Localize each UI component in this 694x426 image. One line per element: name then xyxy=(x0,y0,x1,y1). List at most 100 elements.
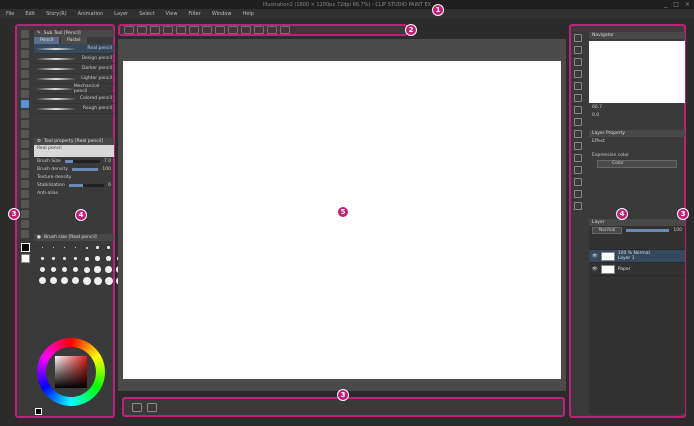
snap-grid-icon[interactable] xyxy=(280,26,290,34)
menu-view[interactable]: View xyxy=(166,11,178,17)
zoom-tool-icon[interactable] xyxy=(21,40,29,48)
lasso-tool-icon[interactable] xyxy=(21,80,29,88)
brush-size-option[interactable] xyxy=(104,243,113,252)
sub-color-swatch[interactable] xyxy=(20,254,30,263)
snap-ruler-icon[interactable] xyxy=(254,26,264,34)
menu-filter[interactable]: Filter xyxy=(188,11,200,17)
deselect-icon[interactable] xyxy=(228,26,238,34)
menu-story[interactable]: Story(R) xyxy=(46,11,67,17)
open-file-icon[interactable] xyxy=(137,26,147,34)
decoration-tool-icon[interactable] xyxy=(21,130,29,138)
brush-size-option[interactable] xyxy=(104,276,113,285)
texture-density-row[interactable]: Texture density xyxy=(34,173,114,181)
maximize-icon[interactable]: □ xyxy=(673,1,679,9)
navigator-preview[interactable] xyxy=(589,41,685,103)
brush-item[interactable]: Colored pencil xyxy=(34,94,114,104)
brush-item[interactable]: Darker pencil xyxy=(34,64,114,74)
new-file-icon[interactable] xyxy=(124,26,134,34)
intermediate-color-icon[interactable] xyxy=(574,154,582,162)
brush-size-option[interactable] xyxy=(82,243,91,252)
color-set-icon[interactable] xyxy=(574,142,582,150)
brush-size-option[interactable] xyxy=(49,265,58,274)
layer-item[interactable]: 👁 100 % Normal Layer 1 xyxy=(589,250,685,263)
color-history-icon[interactable] xyxy=(574,178,582,186)
hand-tool-icon[interactable] xyxy=(21,50,29,58)
material-icon[interactable] xyxy=(574,94,582,102)
brush-size-option[interactable] xyxy=(71,243,80,252)
brush-size-option[interactable] xyxy=(82,276,91,285)
brush-size-option[interactable] xyxy=(38,265,47,274)
auto-action-icon[interactable] xyxy=(574,82,582,90)
ruler-tool-icon[interactable] xyxy=(21,200,29,208)
drawing-paper[interactable] xyxy=(123,61,561,379)
saturation-value-square[interactable] xyxy=(55,356,87,388)
menu-help[interactable]: Help xyxy=(243,11,254,17)
brush-item[interactable]: Lighter pencil xyxy=(34,74,114,84)
brush-size-option[interactable] xyxy=(38,254,47,263)
menu-select[interactable]: Select xyxy=(139,11,154,17)
figure-tool-icon[interactable] xyxy=(21,180,29,188)
main-color-swatch[interactable] xyxy=(20,243,30,252)
tab-pastel[interactable]: Pastel xyxy=(61,37,87,44)
color-wheel[interactable] xyxy=(37,338,105,406)
correct-line-tool-icon[interactable] xyxy=(21,230,29,238)
brush-size-option[interactable] xyxy=(49,276,58,285)
eyedropper-tool-icon[interactable] xyxy=(21,90,29,98)
airbrush-tool-icon[interactable] xyxy=(21,120,29,128)
gradient-tool-icon[interactable] xyxy=(21,170,29,178)
pen-tool-icon[interactable] xyxy=(21,30,29,38)
brush-size-option[interactable] xyxy=(71,265,80,274)
brush-size-option[interactable] xyxy=(49,254,58,263)
history-icon[interactable] xyxy=(574,70,582,78)
brush-size-option[interactable] xyxy=(71,254,80,263)
navigator-angle-row[interactable]: 0.0 xyxy=(589,111,685,119)
transform-icon[interactable] xyxy=(202,26,212,34)
brush-size-option[interactable] xyxy=(60,276,69,285)
navigator-icon[interactable] xyxy=(574,34,582,42)
brush-size-option[interactable] xyxy=(60,265,69,274)
similar-color-icon[interactable] xyxy=(574,166,582,174)
brush-size-option[interactable] xyxy=(38,243,47,252)
brush-size-option[interactable] xyxy=(93,276,102,285)
stabilization-slider[interactable] xyxy=(68,183,105,187)
item-bank-icon[interactable] xyxy=(574,190,582,198)
brush-size-option[interactable] xyxy=(60,243,69,252)
blend-mode-select[interactable]: Normal xyxy=(592,226,623,234)
layout-icon[interactable] xyxy=(147,402,157,412)
frame-tool-icon[interactable] xyxy=(21,190,29,198)
layer-property-icon[interactable] xyxy=(574,106,582,114)
animation-cels-icon[interactable] xyxy=(574,130,582,138)
tab-pencil[interactable]: Pencil xyxy=(34,37,60,44)
brush-size-option[interactable] xyxy=(93,265,102,274)
navigator-zoom-row[interactable]: 66.7 xyxy=(589,103,685,111)
blend-tool-icon[interactable] xyxy=(21,150,29,158)
search-layer-icon[interactable] xyxy=(574,118,582,126)
fill-tool-icon[interactable] xyxy=(21,160,29,168)
brush-size-option[interactable] xyxy=(93,254,102,263)
brush-density-row[interactable]: Brush density 100 xyxy=(34,165,114,173)
anti-alias-row[interactable]: Anti-alias xyxy=(34,189,114,197)
pencil-tool-icon[interactable] xyxy=(21,100,29,108)
artist-icon[interactable] xyxy=(574,202,582,210)
brush-density-slider[interactable] xyxy=(71,167,99,171)
save-icon[interactable] xyxy=(150,26,160,34)
clear-icon[interactable] xyxy=(189,26,199,34)
brush-item[interactable]: Design pencil xyxy=(34,54,114,64)
brush-size-option[interactable] xyxy=(93,243,102,252)
brush-size-option[interactable] xyxy=(71,276,80,285)
eye-icon[interactable]: 👁 xyxy=(592,267,598,272)
sub-view-icon[interactable] xyxy=(574,46,582,54)
selection-tool-icon[interactable] xyxy=(21,70,29,78)
current-color-swatch[interactable] xyxy=(35,408,42,415)
brush-size-option[interactable] xyxy=(38,276,47,285)
brush-size-option[interactable] xyxy=(82,265,91,274)
snap-special-ruler-icon[interactable] xyxy=(267,26,277,34)
brush-item[interactable]: Mechanical pencil xyxy=(34,84,114,94)
menu-edit[interactable]: Edit xyxy=(25,11,35,17)
brush-size-option[interactable] xyxy=(49,243,58,252)
stabilization-row[interactable]: Stabilization 6 xyxy=(34,181,114,189)
timeline-icon[interactable] xyxy=(132,402,142,412)
opacity-slider[interactable] xyxy=(626,228,670,232)
move-tool-icon[interactable] xyxy=(21,60,29,68)
brush-tool-icon[interactable] xyxy=(21,110,29,118)
